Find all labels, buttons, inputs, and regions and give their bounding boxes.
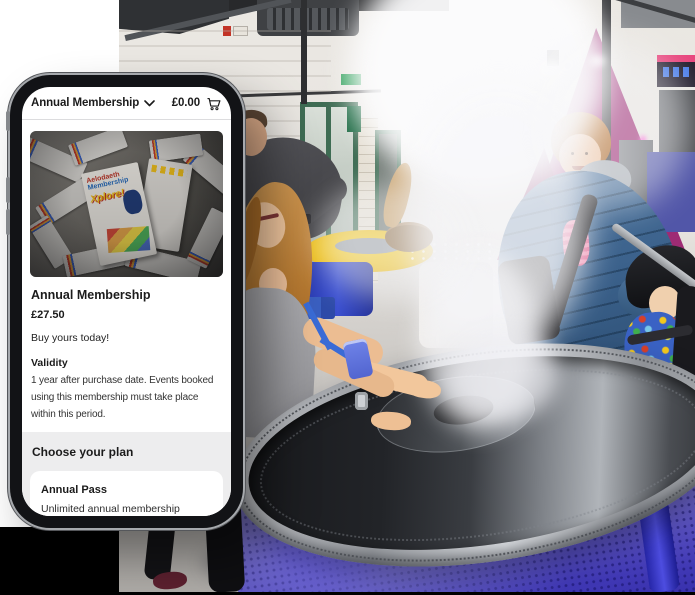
ac-vent [267, 8, 349, 30]
page: Annual Membership £0.00 [0, 0, 695, 595]
phone-screen: Annual Membership £0.00 [22, 87, 231, 516]
plan-name: Annual Pass [41, 484, 212, 496]
product-info: Annual Membership £27.50 Buy yours today… [22, 277, 231, 423]
plan-section: Choose your plan Annual Pass Unlimited a… [22, 432, 231, 516]
product-selector-label: Annual Membership [31, 97, 139, 109]
validity-heading: Validity [31, 357, 222, 369]
image-vignette [30, 131, 223, 277]
plan-section-heading: Choose your plan [32, 445, 223, 459]
header-divider [22, 119, 231, 120]
steam-drift-right [539, 40, 689, 210]
app-header: Annual Membership £0.00 [22, 87, 231, 119]
plan-description: Unlimited annual membership [41, 503, 212, 515]
phone-volume-down [6, 209, 10, 235]
validity-body: 1 year after purchase date. Events booke… [31, 372, 222, 423]
phone-mockup: Annual Membership £0.00 [10, 75, 243, 528]
shopping-cart-icon [205, 95, 222, 112]
phone-silent-switch [6, 111, 10, 131]
product-image: Aelodaeth Membership Xplore! [30, 131, 223, 277]
phone-volume-up [6, 177, 10, 203]
product-title: Annual Membership [31, 288, 222, 302]
steam-drift-left [319, 180, 469, 300]
product-price: £27.50 [31, 309, 222, 321]
cart-button[interactable]: £0.00 [172, 95, 222, 112]
chevron-down-icon [144, 100, 155, 107]
cart-total: £0.00 [172, 97, 200, 109]
pipe-vertical-left [301, 0, 307, 104]
product-selector[interactable]: Annual Membership [31, 97, 155, 109]
product-tagline: Buy yours today! [31, 332, 222, 344]
plan-option-annual-pass[interactable]: Annual Pass Unlimited annual membership [30, 471, 223, 516]
steam-at-hole [449, 330, 559, 420]
wrist-watch [355, 392, 368, 410]
